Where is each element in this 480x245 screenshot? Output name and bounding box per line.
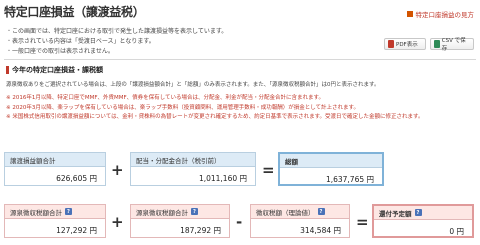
total-value: 1,637,765 円 — [325, 175, 374, 184]
csv-button[interactable]: CSV で保存 — [430, 38, 474, 52]
notice-item: ※ 2020年3月以降、楽ラップを保有している場合は、楽ラップ手数料（投資顧問料… — [6, 104, 359, 111]
section-title-label: 今年の特定口座損益・課税額 — [12, 66, 103, 74]
refund-header: 還付予定額 ? — [374, 206, 472, 220]
theoretical-tax-value: 314,584 円 — [300, 226, 341, 235]
transfer-gain-label: 譲渡損益額合計 — [5, 153, 105, 167]
section-description: 源泉徴収ありをご選択されている場合は、上段の「譲渡損益額合計」と「総額」のみ表示… — [6, 82, 380, 88]
withholding-tax-2-header: 源泉徴収税額合計 ? — [131, 205, 229, 219]
note-item: 表示されている内容は「受渡日ベース」となります。 — [6, 37, 227, 47]
page-title: 特定口座損益（譲渡益税） — [4, 5, 145, 19]
theoretical-tax-box: 徴収税額（理論値） ? 314,584 円 — [250, 204, 350, 238]
notice-item: ※ 米国株式信用取引の譲渡損益額については、金利・貸株料の為替レートが変更され確… — [6, 114, 424, 120]
refund-value: 0 円 — [449, 227, 464, 236]
minus-operator: - — [236, 213, 243, 231]
transfer-gain-box: 譲渡損益額合計 626,605 円 — [4, 152, 106, 186]
transfer-gain-value: 626,605 円 — [56, 174, 97, 183]
notice-list: ※ 2016年1月以降、特定口座でMMF、外貨MMF、債券を保有している場合は、… — [6, 94, 424, 123]
withholding-tax-label: 源泉徴収税額合計 — [10, 208, 62, 217]
withholding-tax-box: 源泉徴収税額合計 ? 127,292 円 — [4, 204, 106, 238]
theoretical-tax-label: 徴収税額（理論値） — [256, 208, 315, 217]
help-link[interactable]: 特定口座損益の見方 — [406, 9, 475, 19]
withholding-tax-2-value: 187,292 円 — [180, 226, 221, 235]
equals-operator: = — [262, 161, 275, 179]
equals-operator: = — [356, 213, 369, 231]
csv-button-label: CSV で保存 — [441, 38, 466, 52]
withholding-tax-value: 127,292 円 — [56, 226, 97, 235]
notice-item: ※ 2016年1月以降、特定口座でMMF、外貨MMF、債券を保有している場合は、… — [6, 95, 324, 101]
section-title: 今年の特定口座損益・課税額 — [6, 65, 103, 75]
question-mark-icon[interactable]: ? — [414, 209, 422, 216]
arrow-square-icon — [406, 11, 413, 17]
divider — [4, 59, 476, 60]
refund-box: 還付予定額 ? 0 円 — [372, 204, 474, 238]
total-box: 総額 1,637,765 円 — [278, 152, 384, 186]
note-item: 一般口座での取引は表示されません。 — [6, 47, 227, 57]
withholding-tax-2-label: 源泉徴収税額合計 — [136, 208, 188, 217]
question-mark-icon[interactable]: ? — [191, 208, 198, 215]
total-label: 総額 — [280, 154, 382, 168]
question-mark-icon[interactable]: ? — [317, 208, 325, 215]
help-link-label: 特定口座損益の見方 — [415, 11, 475, 19]
plus-operator: + — [111, 213, 124, 231]
question-mark-icon[interactable]: ? — [65, 208, 72, 215]
csv-file-icon — [434, 40, 440, 48]
section-marker-icon — [6, 66, 9, 74]
plus-operator: + — [111, 161, 124, 179]
note-item: この画面では、特定口座における取引で発生した譲渡損益等を表示しています。 — [6, 27, 227, 37]
pdf-file-icon — [388, 40, 394, 48]
theoretical-tax-header: 徴収税額（理論値） ? — [251, 205, 349, 219]
refund-label: 還付予定額 — [379, 209, 412, 218]
pdf-button[interactable]: PDF表示 — [384, 38, 426, 50]
dividend-label: 配当・分配金合計（税引前） — [131, 153, 255, 167]
withholding-tax-header: 源泉徴収税額合計 ? — [5, 205, 105, 219]
withholding-tax-2-box: 源泉徴収税額合計 ? 187,292 円 — [130, 204, 230, 238]
dividend-value: 1,011,160 円 — [198, 174, 247, 183]
pdf-button-label: PDF表示 — [396, 42, 418, 48]
dividend-box: 配当・分配金合計（税引前） 1,011,160 円 — [130, 152, 256, 186]
notes-list: この画面では、特定口座における取引で発生した譲渡損益等を表示しています。 表示さ… — [6, 27, 227, 57]
